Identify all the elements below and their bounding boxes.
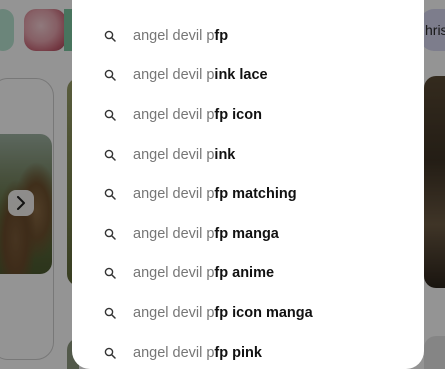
suggestion-item[interactable]: angel devil pfp pink [72, 333, 424, 369]
suggestion-label: angel devil pfp matching [133, 186, 297, 203]
suggestion-label: angel devil pink [133, 146, 236, 163]
page: hris angel devil pfp angel devil pink la… [0, 0, 445, 369]
search-icon [103, 29, 117, 43]
suggestion-item[interactable]: angel devil pfp anime [72, 254, 424, 294]
suggestion-item[interactable]: angel devil pfp manga [72, 214, 424, 254]
search-icon [103, 108, 117, 122]
suggestion-label: angel devil pfp anime [133, 265, 275, 282]
suggestion-item[interactable]: angel devil pfp icon [72, 95, 424, 135]
search-icon [103, 306, 117, 320]
search-suggestions-dropdown: angel devil pfp angel devil pink lace an… [72, 0, 424, 369]
search-icon [103, 68, 117, 82]
suggestion-item[interactable]: angel devil pink [72, 135, 424, 175]
suggestion-label: angel devil pfp icon [133, 106, 262, 123]
suggestion-item[interactable]: angel devil pfp [72, 16, 424, 56]
suggestion-label: angel devil pfp icon manga [133, 304, 313, 321]
search-icon [103, 346, 117, 360]
search-icon [103, 187, 117, 201]
search-icon [103, 266, 117, 280]
suggestion-label: angel devil pfp manga [133, 225, 279, 242]
suggestion-label: angel devil pfp pink [133, 344, 262, 361]
search-icon [103, 148, 117, 162]
suggestion-item[interactable]: angel devil pfp icon manga [72, 293, 424, 333]
search-icon [103, 227, 117, 241]
suggestion-item[interactable]: angel devil pink lace [72, 56, 424, 96]
suggestion-label: angel devil pfp [133, 27, 229, 44]
suggestion-item[interactable]: angel devil pfp matching [72, 174, 424, 214]
suggestion-label: angel devil pink lace [133, 67, 268, 84]
